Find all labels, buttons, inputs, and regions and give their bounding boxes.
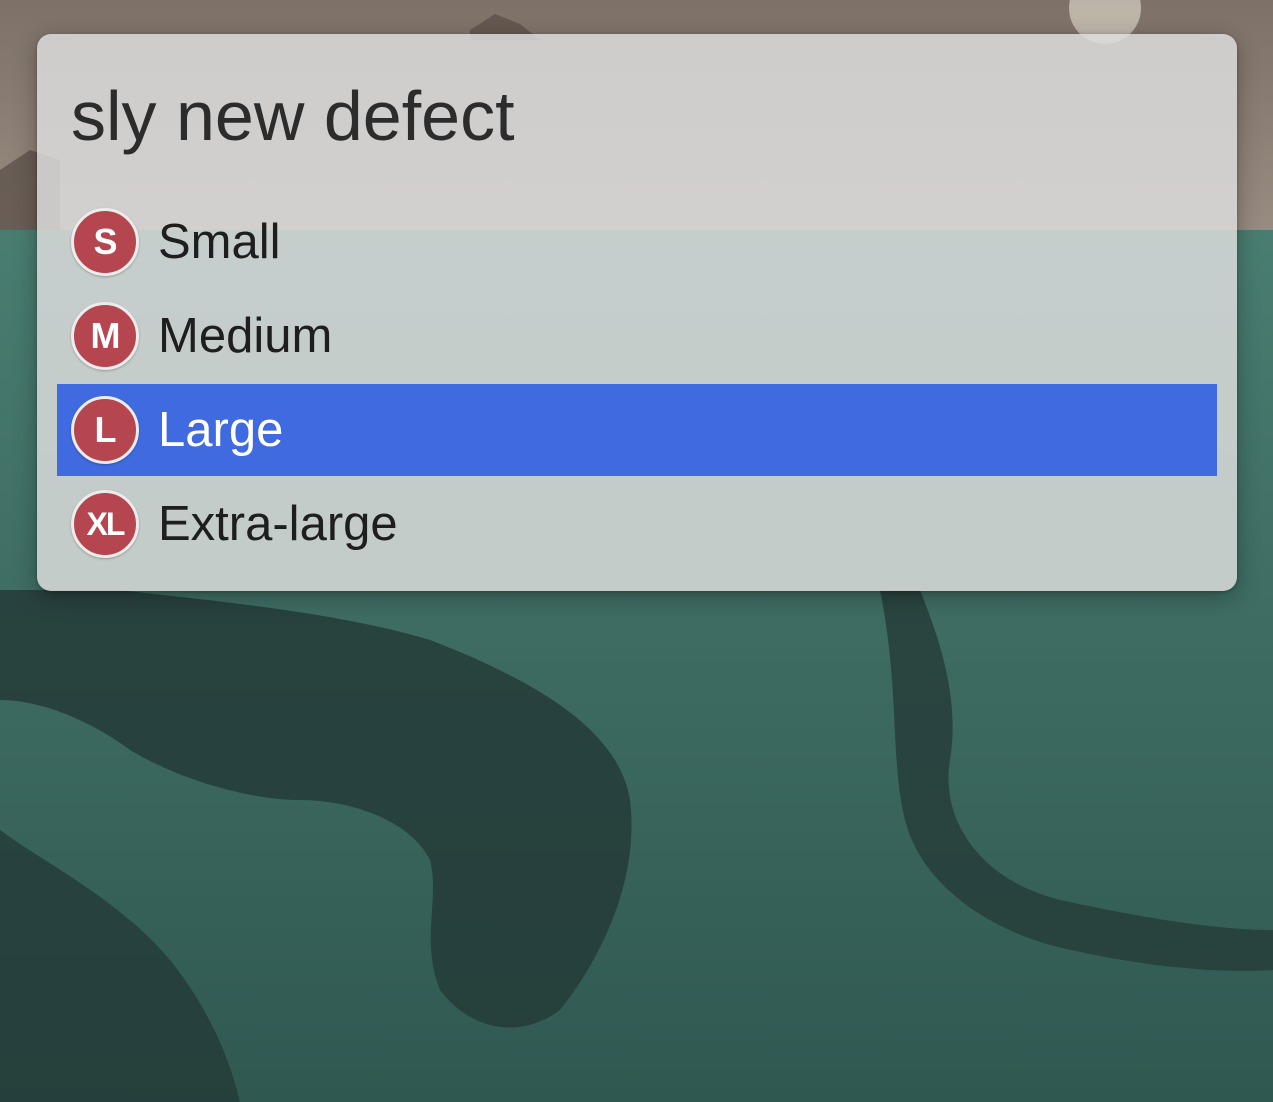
results-list: S Small M Medium L Large XL Extra-large [57, 196, 1217, 572]
result-item-large[interactable]: L Large [57, 384, 1217, 476]
size-badge-icon: XL [71, 490, 139, 558]
result-label: Small [158, 215, 281, 269]
size-badge-icon: L [71, 396, 139, 464]
size-badge-icon: S [71, 208, 139, 276]
result-item-small[interactable]: S Small [57, 196, 1217, 288]
size-badge-icon: M [71, 302, 139, 370]
result-label: Medium [158, 309, 333, 363]
search-input[interactable] [71, 76, 1201, 156]
result-label: Large [158, 403, 284, 457]
result-item-medium[interactable]: M Medium [57, 290, 1217, 382]
launcher-panel: S Small M Medium L Large XL Extra-large [37, 34, 1237, 591]
result-item-extra-large[interactable]: XL Extra-large [57, 478, 1217, 570]
result-label: Extra-large [158, 497, 398, 551]
